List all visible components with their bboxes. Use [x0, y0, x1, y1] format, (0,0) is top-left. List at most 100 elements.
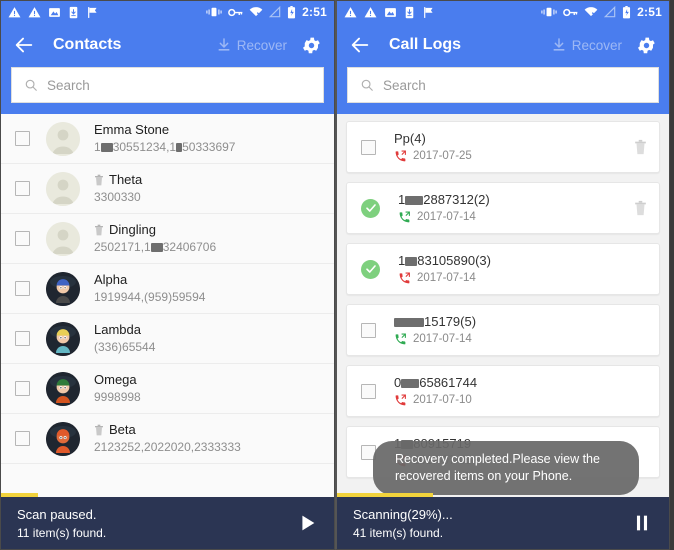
status-bar-left: 2:51	[1, 1, 334, 23]
download-phone-icon	[69, 6, 78, 18]
contact-row[interactable]: Dingling 2502171,1 32406706	[1, 214, 334, 264]
call-log-row[interactable]: 15179(5) 2017-07-14	[346, 304, 660, 356]
call-log-row[interactable]: Pp(4) 2017-07-25	[346, 121, 660, 173]
toast-message: Recovery completed.Please view the recov…	[373, 441, 639, 495]
status-bar-clock: 2:51	[302, 5, 327, 19]
call-log-row[interactable]: 1 83105890(3) 2017-07-14	[346, 243, 660, 295]
gear-icon[interactable]	[636, 35, 657, 56]
call-number: 0 65861744	[394, 375, 478, 390]
contact-info: Emma Stone 1 30551234,1 50333697	[94, 122, 235, 156]
signal-off-icon	[269, 6, 281, 18]
call-number: 15179(5)	[394, 314, 476, 329]
contact-row[interactable]: Omega 9998998	[1, 364, 334, 414]
recover-label: Recover	[571, 37, 622, 53]
scan-status: Scanning(29%)...	[353, 506, 453, 522]
signal-off-icon	[604, 6, 616, 18]
search-input[interactable]: Search	[347, 67, 659, 103]
search-icon	[25, 79, 37, 91]
battery-icon	[288, 5, 296, 18]
back-arrow-icon[interactable]	[13, 34, 35, 56]
contact-name: Alpha	[94, 271, 128, 287]
search-container-call-logs: Search	[337, 67, 669, 114]
contact-checkbox[interactable]	[15, 131, 30, 146]
status-bar-right-icons: 2:51	[206, 5, 327, 19]
call-date: 2017-07-25	[394, 148, 634, 164]
contact-checkbox[interactable]	[15, 331, 30, 346]
contact-checkbox[interactable]	[15, 231, 30, 246]
avatar	[46, 271, 80, 306]
app-bar-contacts: Contacts Recover	[1, 23, 334, 67]
search-placeholder: Search	[383, 77, 426, 93]
contact-info: Dingling 2502171,1 32406706	[94, 222, 216, 256]
pause-icon[interactable]	[631, 512, 653, 534]
delete-icon[interactable]	[634, 200, 647, 216]
status-bar-clock: 2:51	[637, 5, 662, 19]
recover-button[interactable]: Recover	[216, 37, 287, 53]
scan-status-text: Scan paused. 11 item(s) found.	[17, 505, 296, 542]
deleted-trash-icon	[95, 224, 103, 235]
call-checkbox[interactable]	[361, 383, 376, 399]
contact-checkbox[interactable]	[15, 281, 30, 296]
delete-icon[interactable]	[634, 139, 647, 155]
call-logs-screen: 2:51 Call Logs Recover Search Pp(4) 2017-…	[335, 0, 670, 550]
contacts-list[interactable]: Emma Stone 1 30551234,1 50333697 Theta 330033…	[1, 114, 334, 549]
avatar	[46, 321, 80, 356]
search-icon	[361, 79, 373, 91]
incoming-call-icon	[395, 333, 406, 344]
warning-icon	[28, 6, 41, 17]
contact-name: Dingling	[94, 222, 216, 238]
call-date: 2017-07-10	[394, 392, 647, 408]
contacts-screen: 2:51 Contacts Recover Search Emma Stone 1…	[0, 0, 335, 550]
deleted-trash-icon	[95, 424, 103, 435]
call-date: 2017-07-14	[398, 270, 647, 286]
call-checkbox[interactable]	[361, 139, 376, 155]
search-placeholder: Search	[47, 77, 90, 93]
contact-checkbox[interactable]	[15, 381, 30, 396]
dual-screenshot-container: 2:51 Contacts Recover Search Emma Stone 1…	[0, 0, 674, 550]
contact-row[interactable]: Lambda (336)65544	[1, 314, 334, 364]
play-icon[interactable]	[296, 512, 318, 534]
call-checkbox[interactable]	[361, 322, 376, 338]
page-title: Contacts	[53, 36, 122, 53]
status-bar-right-left-icons	[344, 6, 541, 19]
contact-number: 2123252,2022020,2333333	[94, 439, 241, 454]
selected-check-icon[interactable]	[361, 259, 380, 279]
contact-row[interactable]: Theta 3300330	[1, 164, 334, 214]
search-input[interactable]: Search	[11, 67, 324, 103]
call-info: 0 65861744 2017-07-10	[394, 374, 647, 408]
avatar	[46, 371, 80, 406]
download-icon	[218, 38, 230, 51]
call-number: 1 83105890(3)	[398, 253, 491, 268]
call-log-row[interactable]: 1 2887312(2) 2017-07-14	[346, 182, 660, 234]
scan-status: Scan paused.	[17, 506, 97, 522]
search-container-contacts: Search	[1, 67, 334, 114]
recover-button[interactable]: Recover	[551, 37, 622, 53]
contact-row[interactable]: Beta 2123252,2022020,2333333	[1, 414, 334, 464]
bottom-status-bar-left: Scan paused. 11 item(s) found.	[1, 497, 334, 549]
contact-info: Omega 9998998	[94, 372, 141, 406]
image-icon	[49, 7, 60, 17]
missed-call-icon	[395, 394, 406, 405]
scan-found-count: 41 item(s) found.	[353, 525, 444, 540]
contact-row[interactable]: Emma Stone 1 30551234,1 50333697	[1, 114, 334, 164]
contact-checkbox[interactable]	[15, 431, 30, 446]
gear-icon[interactable]	[301, 35, 322, 56]
page-title: Call Logs	[389, 36, 462, 53]
contact-checkbox[interactable]	[15, 181, 30, 196]
call-info: Pp(4) 2017-07-25	[394, 130, 634, 164]
contact-info: Theta 3300330	[94, 172, 142, 206]
download-icon	[553, 38, 565, 51]
call-log-row[interactable]: 0 65861744 2017-07-10	[346, 365, 660, 417]
flag-icon	[88, 6, 97, 18]
contact-number: 2502171,1 32406706	[94, 239, 217, 254]
contact-info: Alpha 1919944,(959)59594	[94, 272, 205, 306]
avatar	[46, 421, 80, 456]
back-arrow-icon[interactable]	[349, 34, 371, 56]
selected-check-icon[interactable]	[361, 198, 380, 218]
status-bar-left-icons	[8, 6, 206, 19]
avatar	[46, 121, 80, 156]
contact-row[interactable]: Alpha 1919944,(959)59594	[1, 264, 334, 314]
contact-info: Lambda (336)65544	[94, 322, 155, 356]
call-info: 1 83105890(3) 2017-07-14	[398, 252, 647, 286]
contact-name: Lambda	[94, 321, 141, 337]
